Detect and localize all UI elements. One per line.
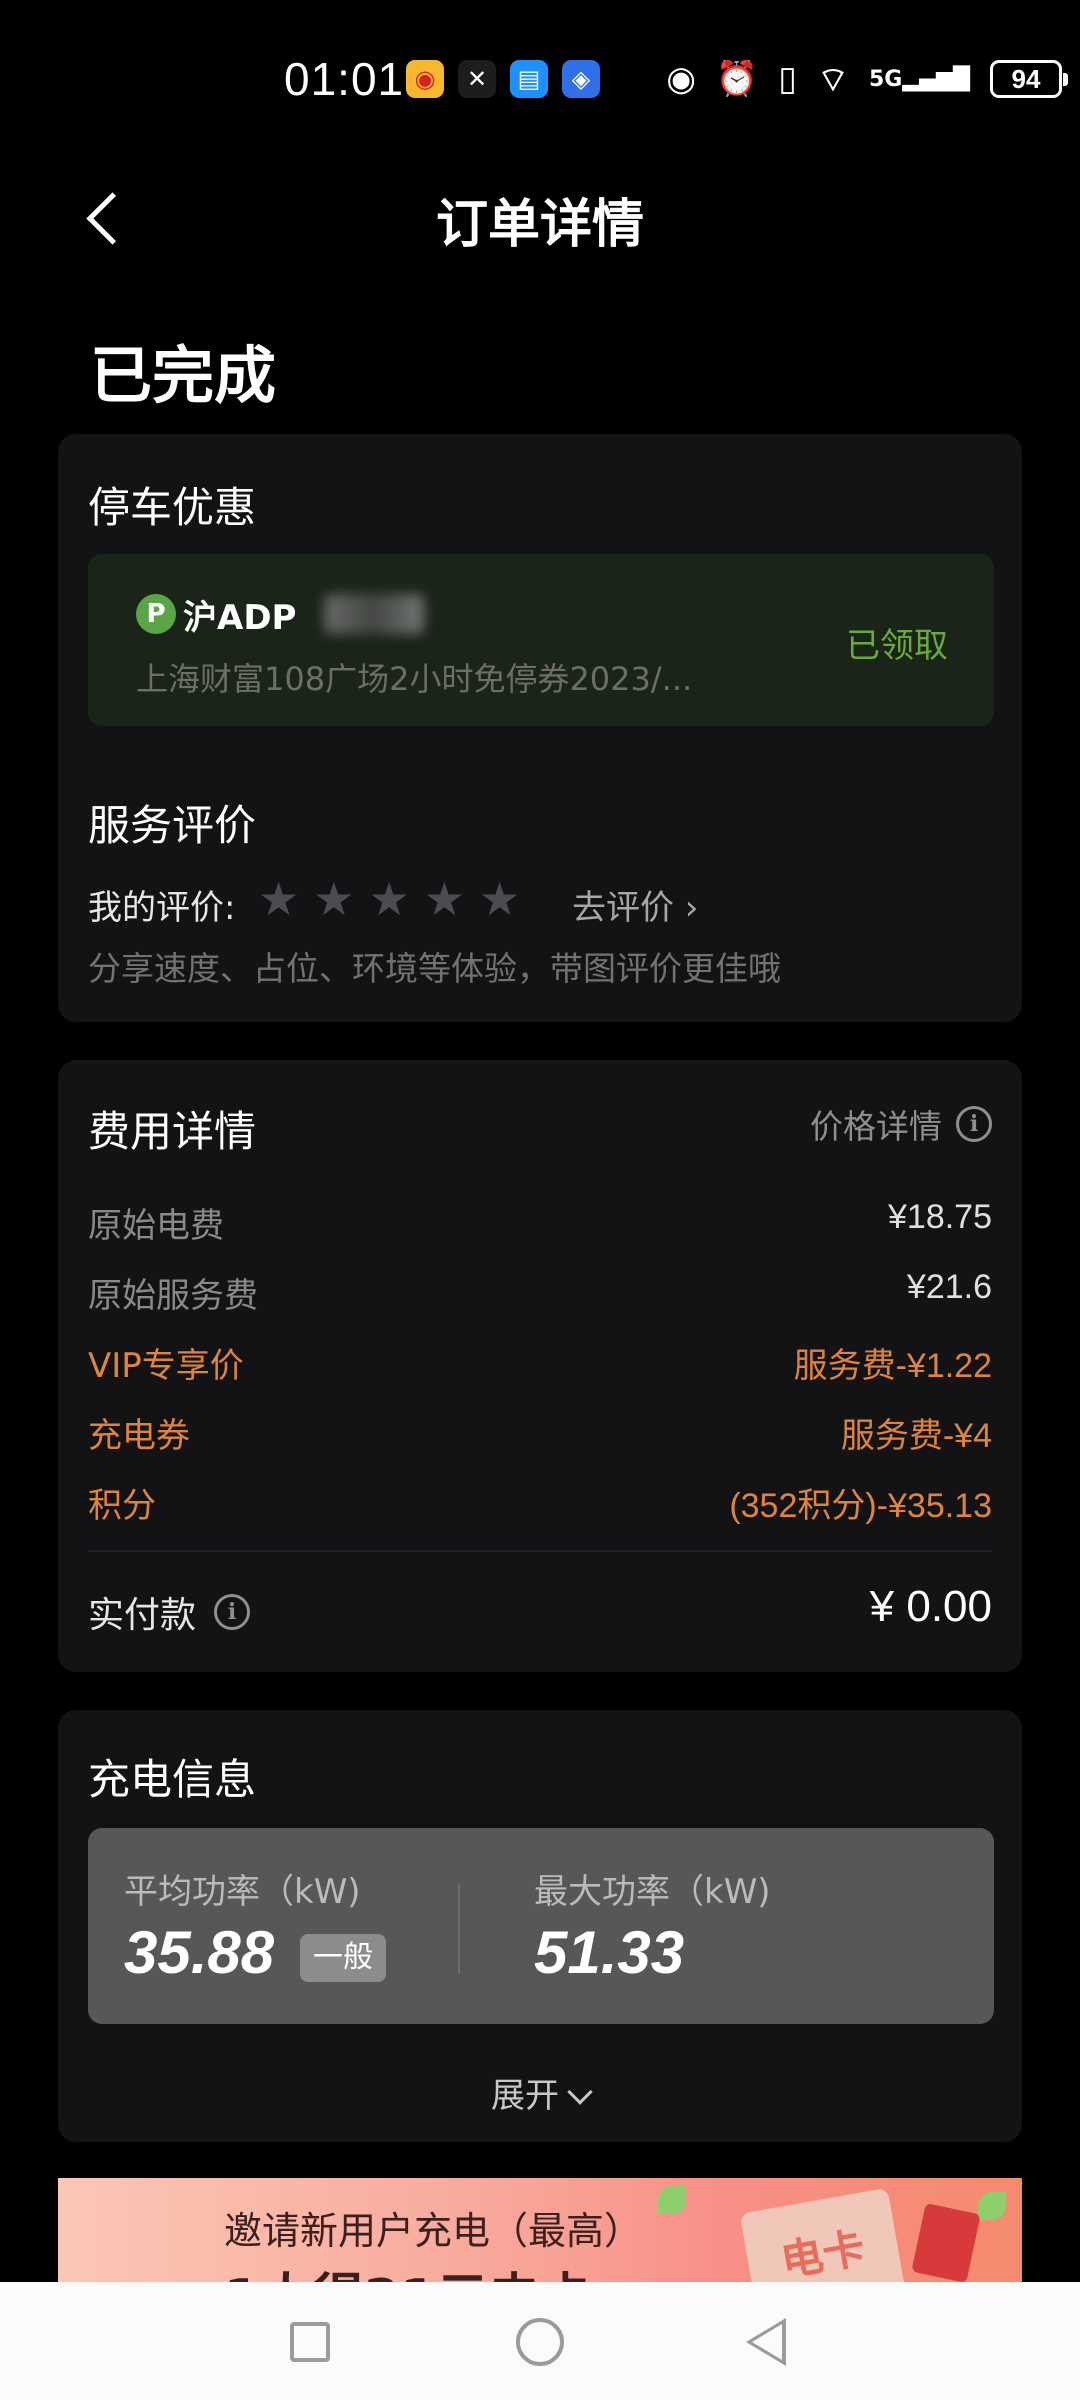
paid-label-group: 实付款 i <box>88 1586 251 1638</box>
leaf-decoration <box>978 2192 1006 2220</box>
star-icon[interactable]: ★ <box>424 876 465 922</box>
avg-power-label: 平均功率（kW) <box>124 1872 361 1912</box>
go-rate-link[interactable]: 去评价 › <box>572 880 698 929</box>
banner-line2: 1人得21元电卡 <box>224 2256 593 2282</box>
expand-button[interactable]: 展开 <box>58 2068 1022 2117</box>
signal-icon: 5G▂▄▆█ <box>868 66 970 92</box>
status-time: 01:01 <box>284 53 405 105</box>
star-icon[interactable]: ★ <box>258 876 299 922</box>
fee-value: (352积分)-¥35.13 <box>729 1487 992 1525</box>
red-envelope-icon <box>911 2202 981 2282</box>
alarm-icon: ⏰ <box>715 59 759 99</box>
coupon-description: 上海财富108广场2小时免停券2023/... <box>136 660 693 698</box>
status-right: ◉ ⏰ ▯ ⌔ 5G▂▄▆█ 94 <box>666 54 1068 104</box>
fee-label: 原始电费 <box>88 1206 224 1246</box>
fee-label: 充电券 <box>88 1416 190 1456</box>
fee-card: 费用详情 价格详情 i 原始电费 ¥18.75 原始服务费 ¥21.6 VIP专… <box>58 1060 1022 1672</box>
chevron-down-icon <box>567 2079 593 2105</box>
parking-coupon[interactable]: P 沪ADP 上海财富108广场2小时免停券2023/... 已领取 <box>88 554 994 726</box>
battery-level: 94 <box>1011 64 1041 94</box>
expand-label: 展开 <box>491 2076 559 2116</box>
fee-row: 积分 (352积分)-¥35.13 <box>88 1478 992 1528</box>
navigation-bar <box>0 2282 1080 2400</box>
home-button[interactable] <box>516 2318 564 2366</box>
vibrate-icon: ▯ <box>778 59 797 99</box>
paid-value: ¥ 0.00 <box>869 1582 992 1631</box>
star-icon[interactable]: ★ <box>479 876 520 922</box>
banner-card-graphic: 电卡 <box>739 2187 907 2282</box>
invite-banner[interactable]: 邀请新用户充电（最高） 1人得21元电卡 电卡 <box>58 2178 1022 2282</box>
fee-row: VIP专享价 服务费-¥1.22 <box>88 1338 992 1388</box>
rating-heading: 服务评价 <box>88 801 257 850</box>
paid-label: 实付款 <box>88 1595 197 1636</box>
fee-row: 原始电费 ¥18.75 <box>88 1198 992 1248</box>
parking-p-icon: P <box>136 594 176 634</box>
max-power-value: 51.33 <box>534 1919 685 1986</box>
fee-value: 服务费-¥4 <box>840 1417 992 1455</box>
avg-power-value: 35.88 <box>124 1919 275 1986</box>
signal-label: 5G <box>868 66 903 92</box>
wifi-icon: ⌔ <box>816 59 849 100</box>
charge-heading: 充电信息 <box>88 1755 257 1804</box>
fee-divider <box>88 1550 992 1552</box>
max-power-label: 最大功率（kW) <box>534 1872 771 1912</box>
parking-heading: 停车优惠 <box>88 483 257 532</box>
shield-app-icon: ◈ <box>562 60 600 98</box>
rating-hint: 分享速度、占位、环境等体验，带图评价更佳哦 <box>88 949 781 988</box>
eye-icon: ◉ <box>666 59 696 99</box>
fee-value: ¥21.6 <box>906 1268 992 1306</box>
fee-value: ¥18.75 <box>888 1198 992 1236</box>
fee-label: 积分 <box>88 1486 156 1526</box>
leaf-decoration <box>658 2186 686 2214</box>
price-detail-link[interactable]: 价格详情 i <box>810 1100 992 1148</box>
order-status: 已完成 <box>90 339 277 412</box>
fee-heading: 费用详情 <box>88 1107 257 1156</box>
fee-value: 服务费-¥1.22 <box>793 1347 992 1385</box>
fee-label: VIP专享价 <box>88 1346 244 1386</box>
parking-rating-card: 停车优惠 P 沪ADP 上海财富108广场2小时免停券2023/... 已领取 … <box>58 434 1022 1022</box>
battery-icon: 94 <box>990 60 1068 98</box>
power-divider <box>458 1884 460 1974</box>
weibo-icon: ◉ <box>406 60 444 98</box>
banner-line1: 邀请新用户充电（最高） <box>224 2209 643 2253</box>
price-detail-label: 价格详情 <box>810 1107 942 1146</box>
fee-row: 原始服务费 ¥21.6 <box>88 1268 992 1318</box>
star-icon[interactable]: ★ <box>313 876 354 922</box>
status-bar: 01:01 ◉ ✕ ▤ ◈ ◉ ⏰ ▯ ⌔ 5G▂▄▆█ 94 <box>0 0 1080 160</box>
nav-back-button[interactable] <box>746 2318 786 2366</box>
rating-stars[interactable]: ★ ★ ★ ★ ★ <box>258 876 520 922</box>
rating-label: 我的评价: <box>88 888 236 928</box>
page-title: 订单详情 <box>435 195 644 255</box>
plate-blur <box>324 594 424 634</box>
power-box: 平均功率（kW) 35.88 一般 最大功率（kW) 51.33 <box>88 1828 994 2024</box>
info-icon[interactable]: i <box>214 1594 251 1630</box>
fee-row: 充电券 服务费-¥4 <box>88 1408 992 1458</box>
star-icon[interactable]: ★ <box>369 876 410 922</box>
info-icon: i <box>956 1106 992 1142</box>
message-icon: ▤ <box>510 60 548 98</box>
avg-power-badge: 一般 <box>300 1934 386 1982</box>
license-plate: 沪ADP <box>183 598 297 638</box>
charge-card: 充电信息 平均功率（kW) 35.88 一般 最大功率（kW) 51.33 展开 <box>58 1710 1022 2142</box>
cross-app-icon: ✕ <box>458 60 496 98</box>
coupon-status: 已领取 <box>846 626 948 666</box>
fee-label: 原始服务费 <box>88 1276 258 1316</box>
recents-button[interactable] <box>290 2322 330 2362</box>
